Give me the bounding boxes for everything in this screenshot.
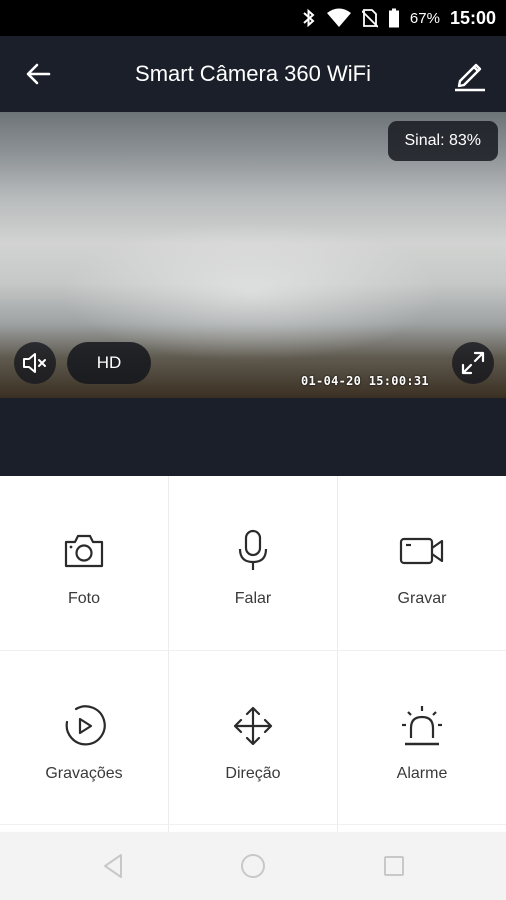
system-nav-bar [0, 832, 506, 900]
signal-badge: Sinal: 83% [387, 121, 498, 161]
clock: 15:00 [449, 7, 496, 28]
alarm-button[interactable]: Alarme [338, 651, 506, 825]
controls-grid: Foto Falar Gravar Gravações Direção Alar… [0, 476, 506, 832]
speaker-muted-icon [23, 353, 46, 373]
record-label: Gravar [397, 590, 447, 607]
record-button[interactable]: Gravar [338, 476, 506, 650]
photo-label: Foto [67, 590, 100, 607]
microphone-icon [238, 529, 268, 570]
mute-button[interactable] [14, 342, 56, 384]
battery-percentage: 67% [409, 9, 440, 27]
quality-toggle-button[interactable]: HD [67, 342, 151, 384]
back-button[interactable] [18, 56, 58, 92]
recordings-button[interactable]: Gravações [0, 651, 168, 825]
talk-button[interactable]: Falar [169, 476, 337, 650]
camera-icon [64, 534, 104, 568]
video-glare [60, 222, 440, 362]
nav-back-button[interactable] [96, 849, 130, 883]
recordings-label: Gravações [45, 765, 123, 782]
app-bar: Smart Câmera 360 WiFi [0, 36, 506, 112]
alarm-label: Alarme [396, 765, 448, 782]
status-bar: 67% 15:00 [0, 0, 506, 36]
arrow-left-icon [26, 63, 51, 85]
fullscreen-icon [461, 351, 485, 375]
triangle-back-icon [104, 854, 122, 878]
wifi-icon [326, 8, 351, 27]
page-title: Smart Câmera 360 WiFi [135, 61, 371, 86]
nav-recents-button[interactable] [377, 849, 411, 883]
talk-label: Falar [234, 590, 272, 607]
fullscreen-button[interactable] [452, 342, 494, 384]
no-sim-icon [361, 9, 378, 28]
pencil-icon [455, 63, 485, 92]
video-bottom-strip [0, 398, 506, 476]
nav-home-button[interactable] [236, 849, 270, 883]
photo-button[interactable]: Foto [0, 476, 168, 650]
direction-label: Direção [225, 765, 281, 782]
playback-icon [65, 705, 106, 746]
battery-icon [388, 8, 399, 28]
edit-button[interactable] [448, 54, 492, 94]
video-camera-icon [399, 537, 444, 565]
circle-home-icon [241, 854, 265, 878]
bluetooth-icon [303, 8, 315, 28]
square-recents-icon [384, 856, 404, 876]
alarm-siren-icon [402, 706, 442, 746]
camera-live-view[interactable]: Sinal: 83% HD 01-04-20 15:00:31 [0, 112, 506, 398]
video-timestamp: 01-04-20 15:00:31 [301, 374, 429, 388]
move-arrows-icon [233, 706, 273, 746]
direction-button[interactable]: Direção [169, 651, 337, 825]
